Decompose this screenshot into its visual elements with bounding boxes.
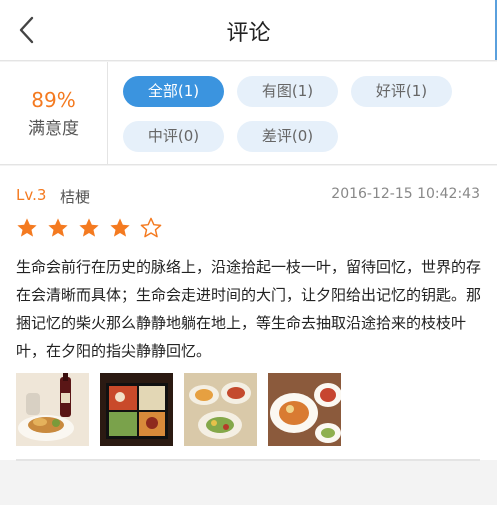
filter-with-photo[interactable]: 有图(1): [237, 76, 338, 107]
food-photo-2: [100, 373, 173, 446]
star-icon: [110, 218, 130, 237]
user-level: Lv.3: [16, 186, 47, 204]
review-text: 生命会前行在历史的脉络上，沿途拾起一枝一叶，留待回忆，世界的存在会清晰而具体；生…: [16, 258, 482, 360]
food-photo-1: [16, 373, 89, 446]
review-photo[interactable]: [184, 373, 257, 446]
filter-positive[interactable]: 好评(1): [351, 76, 452, 107]
star-rating: [16, 217, 166, 241]
star-outline-icon: [141, 217, 162, 238]
food-photo-3: [184, 373, 257, 446]
top-bar: 评论: [0, 0, 497, 61]
filter-neutral[interactable]: 中评(0): [123, 121, 224, 152]
review-date: 2016-12-15 10:42:43: [331, 186, 480, 202]
satisfaction-label: 满意度: [28, 119, 79, 139]
satisfaction-value: 89%: [31, 88, 76, 112]
star-icon: [48, 218, 68, 237]
star-icon: [79, 218, 99, 237]
food-photo-4: [268, 373, 341, 446]
review-photo[interactable]: [268, 373, 341, 446]
section-divider: [16, 459, 480, 461]
filter-all[interactable]: 全部(1): [123, 76, 224, 107]
rating-summary: 89% 满意度 全部(1) 有图(1) 好评(1) 中评(0) 差评(0): [0, 62, 497, 165]
satisfaction-box: 89% 满意度: [0, 62, 108, 164]
star-icon: [17, 218, 37, 237]
page-title: 评论: [226, 21, 271, 46]
review-photo[interactable]: [100, 373, 173, 446]
review-photo[interactable]: [16, 373, 89, 446]
filter-negative[interactable]: 差评(0): [237, 121, 338, 152]
username: 桔梗: [60, 188, 91, 206]
review-card: Lv.3 桔梗 2016-12-15 10:42:43 生命会前行在历史的脉络上…: [0, 166, 497, 460]
